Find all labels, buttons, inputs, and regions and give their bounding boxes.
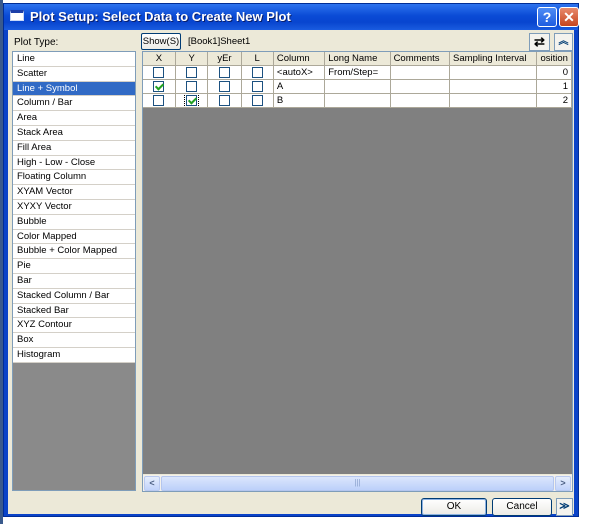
plot-type-item[interactable]: Area <box>13 111 135 126</box>
plot-type-item[interactable]: Box <box>13 333 135 348</box>
designation-cell-yer[interactable] <box>207 93 242 108</box>
column-header[interactable]: Sampling Interval <box>449 52 538 66</box>
column-header[interactable]: Y <box>175 52 209 66</box>
plot-type-item[interactable]: XYZ Contour <box>13 318 135 334</box>
position-cell: 2 <box>536 93 572 108</box>
plot-type-item[interactable]: Scatter <box>13 66 135 82</box>
plot-type-item[interactable]: Color Mapped <box>13 229 135 245</box>
source-worksheet-label: [Book1]Sheet1 <box>188 36 251 47</box>
dataset-table: X YyEr L Column Long Name Comments Sampling In… <box>143 52 572 108</box>
double-chevron-up-icon[interactable]: ︽ <box>554 33 573 51</box>
checkbox-l[interactable] <box>251 94 263 106</box>
show-button[interactable]: Show(S) <box>141 33 181 50</box>
comments-cell <box>390 65 451 80</box>
column-header[interactable]: yEr <box>207 52 242 66</box>
table-row[interactable]: B2 <box>143 93 572 108</box>
plot-type-item[interactable]: Bubble + Color Mapped <box>13 244 135 260</box>
column-header[interactable]: L <box>241 52 274 66</box>
plot-type-item[interactable]: Line + Symbol <box>13 81 135 97</box>
plot-type-item[interactable]: XYXY Vector <box>13 199 135 215</box>
checkbox-y[interactable] <box>186 66 198 78</box>
sampling-interval-cell <box>449 65 538 80</box>
window-icon <box>10 10 24 21</box>
plot-type-item[interactable]: Histogram <box>13 347 135 363</box>
ok-button[interactable]: OK <box>421 498 487 516</box>
plot-type-item[interactable]: Column / Bar <box>13 96 135 112</box>
plot-type-item[interactable]: Fill Area <box>13 140 135 156</box>
table-row[interactable]: <autoX> From/Step= 0 <box>143 65 572 80</box>
long-name-cell <box>324 79 391 94</box>
sampling-interval-cell <box>449 93 538 108</box>
title-bar[interactable]: Plot Setup: Select Data to Create New Pl… <box>4 4 579 30</box>
column-header[interactable]: Column <box>273 52 326 66</box>
checkbox-x[interactable] <box>153 94 165 106</box>
dataset-grid[interactable]: X YyEr L Column Long Name Comments Sampling In… <box>142 51 573 492</box>
cancel-button[interactable]: Cancel <box>492 498 552 516</box>
column-header[interactable]: X <box>143 52 176 66</box>
checkbox-yer[interactable] <box>218 66 230 78</box>
scroll-right-arrow-icon[interactable]: > <box>555 476 571 491</box>
plot-type-item[interactable]: Line <box>13 52 135 67</box>
designation-cell-l[interactable] <box>241 65 274 80</box>
checkbox-yer[interactable] <box>218 94 230 106</box>
checkbox-x[interactable] <box>153 66 165 78</box>
dialog-title: Plot Setup: Select Data to Create New Pl… <box>30 9 291 24</box>
designation-cell-x[interactable] <box>143 65 176 80</box>
plot-type-item[interactable]: Bar <box>13 273 135 289</box>
comments-cell <box>390 79 451 94</box>
plot-type-item[interactable]: Pie <box>13 259 135 274</box>
checkbox-y[interactable] <box>184 93 200 107</box>
designation-cell-yer[interactable] <box>207 65 242 80</box>
position-cell: 1 <box>536 79 572 94</box>
checkbox-l[interactable] <box>251 80 263 92</box>
help-button[interactable]: ? <box>537 7 557 27</box>
column-header[interactable]: osition <box>536 52 572 66</box>
designation-cell-yer[interactable] <box>207 79 242 94</box>
plot-type-item[interactable]: Floating Column <box>13 170 135 186</box>
designation-cell-x[interactable] <box>143 93 176 108</box>
sampling-interval-cell <box>449 79 538 94</box>
designation-cell-l[interactable] <box>241 93 274 108</box>
close-button[interactable]: ✕ <box>559 7 579 27</box>
table-row[interactable]: A1 <box>143 79 572 94</box>
designation-cell-y[interactable] <box>175 79 209 94</box>
plot-setup-dialog: Plot Setup: Select Data to Create New Pl… <box>3 3 579 517</box>
plot-type-label: Plot Type: <box>14 37 59 48</box>
plot-type-item[interactable]: XYAM Vector <box>13 185 135 200</box>
designation-cell-l[interactable] <box>241 79 274 94</box>
expand-more-button[interactable]: ≫ <box>556 498 573 516</box>
scroll-left-arrow-icon[interactable]: < <box>144 476 160 491</box>
swap-arrows-icon[interactable]: ⇄ <box>529 33 550 51</box>
plot-type-item[interactable]: Stacked Column / Bar <box>13 288 135 304</box>
column-cell: B <box>273 93 326 108</box>
checkbox-x[interactable] <box>153 80 165 92</box>
scroll-thumb[interactable]: ||| <box>161 476 554 491</box>
checkbox-y[interactable] <box>186 80 198 92</box>
plot-type-item[interactable]: Stack Area <box>13 125 135 141</box>
plot-type-item[interactable]: Bubble <box>13 214 135 230</box>
column-header[interactable]: Comments <box>390 52 451 66</box>
scroll-grip-icon: ||| <box>354 478 361 487</box>
checkbox-l[interactable] <box>251 66 263 78</box>
column-header[interactable]: Long Name <box>324 52 391 66</box>
plot-type-list[interactable]: Line Scatter Line + Symbol Column / Bar Area… <box>12 51 136 491</box>
position-cell: 0 <box>536 65 572 80</box>
horizontal-scrollbar[interactable]: < ||| > <box>143 474 572 491</box>
designation-cell-y[interactable] <box>175 93 209 108</box>
designation-cell-x[interactable] <box>143 79 176 94</box>
designation-cell-y[interactable] <box>175 65 209 80</box>
dialog-body: Plot Type: Line Scatter Line + Symbol Colum… <box>8 30 574 516</box>
long-name-cell: From/Step= <box>324 65 391 80</box>
column-cell: <autoX> <box>273 65 326 80</box>
column-cell: A <box>273 79 326 94</box>
plot-type-item[interactable]: Stacked Bar <box>13 303 135 319</box>
comments-cell <box>390 93 451 108</box>
plot-type-item[interactable]: High - Low - Close <box>13 155 135 171</box>
long-name-cell <box>324 93 391 108</box>
checkbox-yer[interactable] <box>218 80 230 92</box>
